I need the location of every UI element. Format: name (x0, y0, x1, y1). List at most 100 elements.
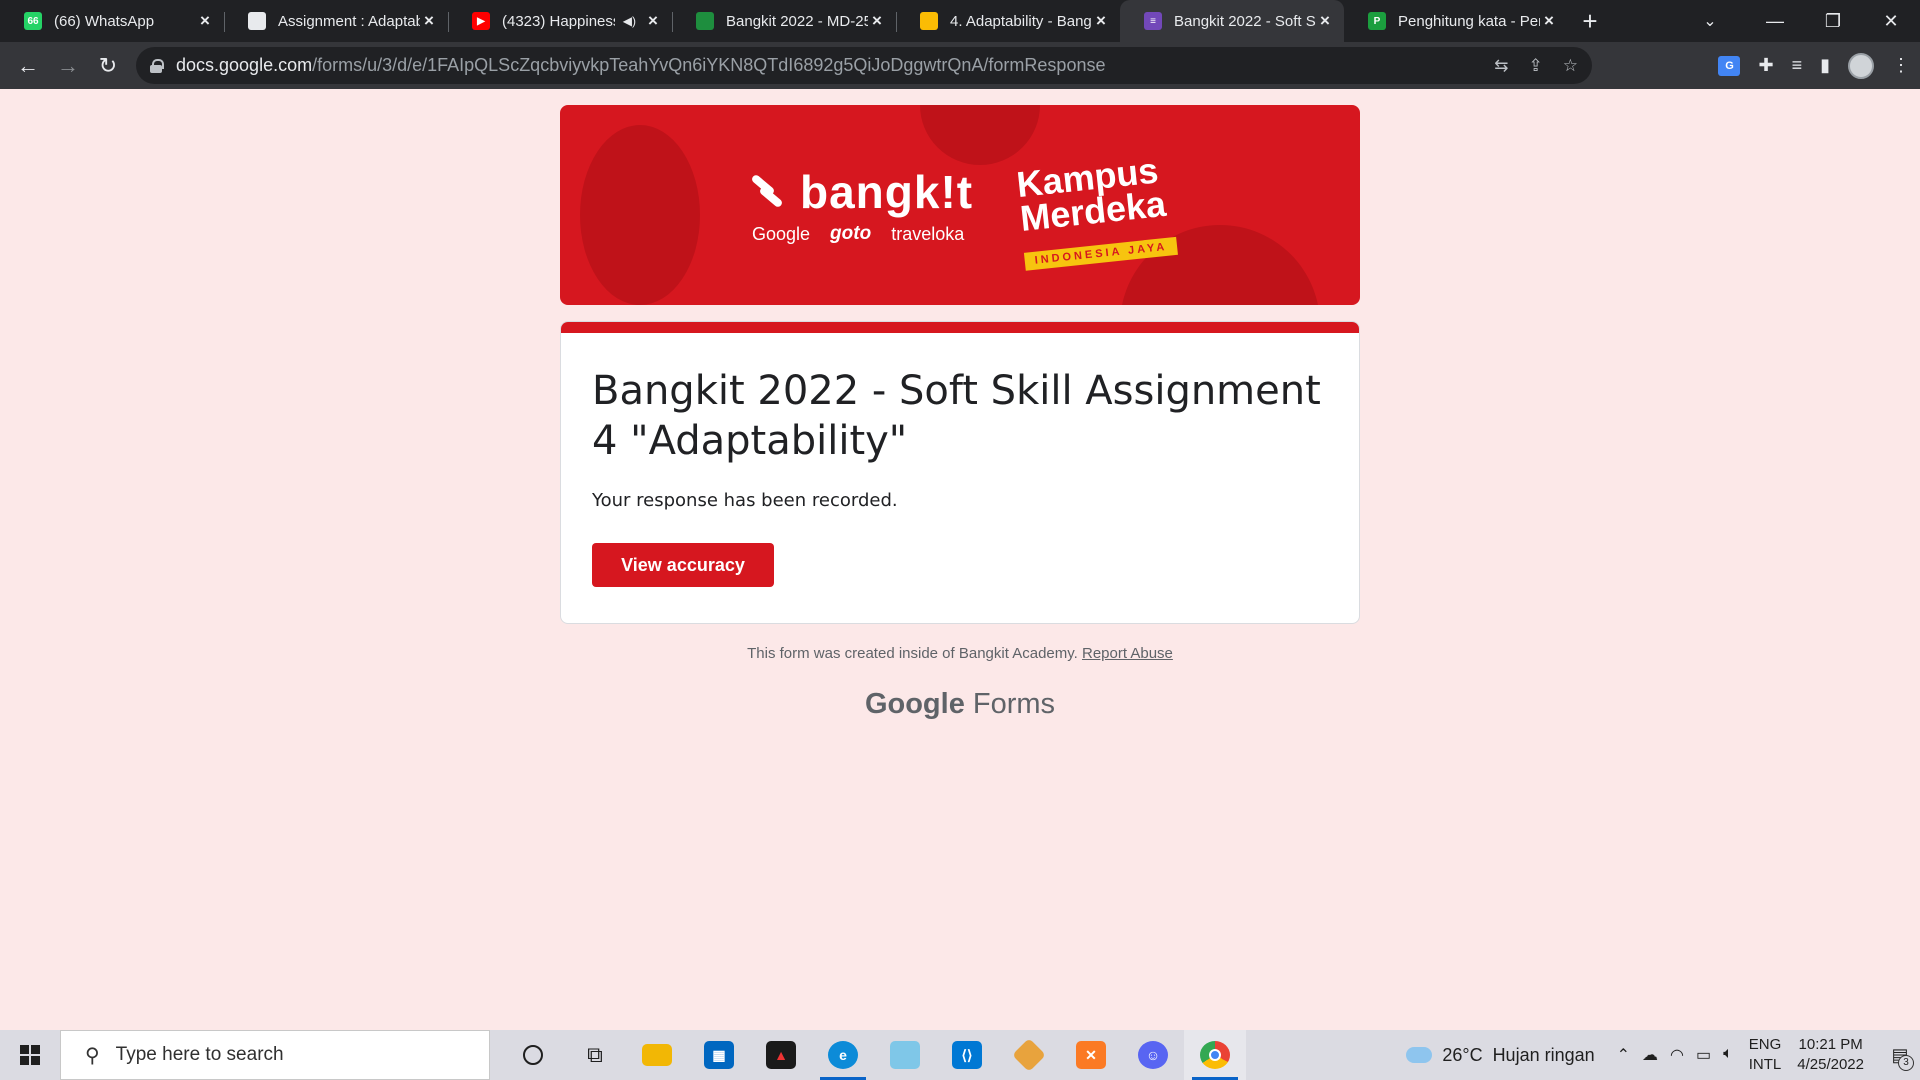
windows-taskbar: ⚲ Type here to search ⧉ ▦ ▲ e ⟨⟩ ✕ ☺ 26°… (0, 1030, 1920, 1080)
vscode-icon[interactable]: ⟨⟩ (936, 1030, 998, 1080)
card-accent-bar (561, 322, 1359, 333)
wifi-icon[interactable]: ◠ (1670, 1045, 1684, 1065)
whatsapp-icon: 66 (24, 12, 42, 30)
reload-button[interactable]: ↻ (88, 46, 128, 86)
weather-widget[interactable]: 26°C Hujan ringan (1406, 1045, 1595, 1066)
tab-title: 4. Adaptability - Bangkit (950, 12, 1092, 30)
translate-icon[interactable]: ⇆ (1494, 56, 1508, 76)
youtube-icon: ▶ (472, 12, 490, 30)
search-placeholder: Type here to search (115, 1044, 284, 1065)
tab-close-icon[interactable]: × (868, 12, 886, 30)
tab-close-icon[interactable]: × (1540, 12, 1558, 30)
start-button[interactable] (0, 1030, 60, 1080)
battery-icon[interactable]: ▭ (1696, 1045, 1711, 1065)
game-icon[interactable]: ▲ (750, 1030, 812, 1080)
form-footer-note: This form was created inside of Bangkit … (560, 645, 1360, 662)
tab-title: Bangkit 2022 - MD-25 (726, 12, 868, 30)
taskbar-apps: ⧉ ▦ ▲ e ⟨⟩ ✕ ☺ (502, 1030, 1246, 1080)
partner-goto: goto (830, 223, 872, 244)
system-tray: 26°C Hujan ringan ⌃ ☁ ◠ ▭ 🔈︎ ENG INTL 10… (1406, 1030, 1920, 1080)
tab-close-icon[interactable]: × (644, 12, 662, 30)
side-panel-icon[interactable]: ▮ (1820, 55, 1830, 76)
file-explorer-icon[interactable] (626, 1030, 688, 1080)
browser-tab-strip: 66(66) WhatsApp×Assignment : Adaptabilit… (0, 0, 1920, 42)
partner-traveloka: traveloka (891, 223, 965, 244)
taskbar-search-box[interactable]: ⚲ Type here to search (60, 1030, 490, 1080)
partner-logos: Google goto traveloka (752, 223, 964, 245)
media-control-icon[interactable]: ≡ (1792, 55, 1803, 76)
discord-icon[interactable]: ☺ (1122, 1030, 1184, 1080)
window-controls: — ❐ ✕ (1746, 0, 1920, 42)
footer-note-text: This form was created inside of Bangkit … (747, 645, 1078, 662)
restore-button[interactable]: ❐ (1804, 0, 1862, 42)
tab-close-icon[interactable]: × (1316, 12, 1334, 30)
tab-close-icon[interactable]: × (196, 12, 214, 30)
notification-center-icon[interactable]: ▤ 3 (1880, 1030, 1920, 1080)
tab-title: Penghitung kata - Penghitung (1398, 12, 1540, 30)
clock-date: 4/25/2022 (1797, 1056, 1864, 1073)
browser-tab[interactable]: Assignment : Adaptability× (224, 0, 448, 42)
bangkit-logo-text: bangk!t (800, 166, 974, 218)
bangkit-mark-icon (750, 173, 784, 209)
browser-tab[interactable]: ≡ Bangkit 2022 - Soft Skill× (1120, 0, 1344, 42)
menu-kebab-icon[interactable]: ⋮ (1892, 55, 1910, 76)
view-accuracy-button[interactable]: View accuracy (592, 543, 774, 587)
google-forms-logo[interactable]: Google Forms (560, 688, 1360, 721)
tab-title: (4323) Happiness (502, 12, 615, 30)
bangkit-logo: bangk!t (750, 165, 973, 219)
tab-close-icon[interactable]: × (1092, 12, 1110, 30)
notification-badge: 3 (1898, 1055, 1914, 1071)
kampus-merdeka-logo: Kampus Merdeka INDONESIA JAYA (1015, 149, 1179, 271)
minimize-button[interactable]: — (1746, 0, 1804, 42)
banner-decoration (580, 125, 700, 305)
lock-icon[interactable] (150, 58, 164, 73)
microsoft-store-icon[interactable]: ▦ (688, 1030, 750, 1080)
globe-icon (248, 12, 266, 30)
pk-icon: P (1368, 12, 1386, 30)
cortana-icon[interactable] (502, 1030, 564, 1080)
lang-line1: ENG (1748, 1036, 1782, 1053)
browser-tab[interactable]: 4. Adaptability - Bangkit × (896, 0, 1120, 42)
volume-icon[interactable]: 🔈︎ (1723, 1045, 1733, 1065)
confirmation-message: Your response has been recorded. (592, 490, 898, 511)
notepad-icon[interactable] (874, 1030, 936, 1080)
google-forms-icon: ≡ (1144, 12, 1162, 30)
google-translate-extension-icon[interactable]: G (1718, 55, 1741, 76)
share-icon[interactable]: ⇪ (1529, 56, 1543, 76)
onedrive-icon[interactable]: ☁ (1642, 1045, 1658, 1065)
close-window-button[interactable]: ✕ (1862, 0, 1920, 42)
browser-toolbar: ← → ↻ docs.google.com/forms/u/3/d/e/1FAI… (0, 42, 1920, 89)
clock-time: 10:21 PM (1798, 1036, 1863, 1053)
browser-tab[interactable]: P Penghitung kata - Penghitung× (1344, 0, 1568, 42)
extensions-puzzle-icon[interactable]: ✚ (1758, 55, 1773, 76)
tab-search-chevron-icon[interactable]: ⌄ (1690, 0, 1730, 42)
tab-audio-icon[interactable]: ◀) (623, 14, 636, 28)
back-button[interactable]: ← (8, 46, 48, 86)
taskbar-clock[interactable]: 10:21 PM 4/25/2022 (1797, 1035, 1864, 1075)
tab-list: 66(66) WhatsApp×Assignment : Adaptabilit… (0, 0, 1568, 42)
bookmark-star-icon[interactable]: ☆ (1563, 56, 1578, 76)
address-bar[interactable]: docs.google.com/forms/u/3/d/e/1FAIpQLScZ… (136, 47, 1592, 84)
url-text[interactable]: docs.google.com/forms/u/3/d/e/1FAIpQLScZ… (176, 55, 1105, 76)
tab-close-icon[interactable]: × (420, 12, 438, 30)
report-abuse-link[interactable]: Report Abuse (1082, 645, 1173, 662)
windows-logo-icon (20, 1045, 40, 1065)
profile-avatar[interactable] (1848, 52, 1874, 79)
browser-tab[interactable]: 66 (66) WhatsApp × (0, 0, 224, 42)
task-view-icon[interactable]: ⧉ (564, 1030, 626, 1080)
forward-button[interactable]: → (48, 46, 88, 86)
new-tab-button[interactable]: + (1572, 0, 1608, 42)
banner-decoration (920, 105, 1040, 165)
show-hidden-icons-chevron-icon[interactable]: ⌃ (1617, 1045, 1630, 1065)
browser-tab[interactable]: ▶ (4323) Happiness ◀) × (448, 0, 672, 42)
xampp-icon[interactable]: ✕ (1060, 1030, 1122, 1080)
edge-icon[interactable]: e (812, 1030, 874, 1080)
input-language-indicator[interactable]: ENG INTL (1749, 1035, 1782, 1075)
git-icon[interactable] (998, 1030, 1060, 1080)
lang-line2: INTL (1748, 1056, 1782, 1073)
google-drive-icon (920, 12, 938, 30)
google-classroom-icon (696, 12, 714, 30)
form-header-banner: bangk!t Google goto traveloka Kampus Mer… (560, 105, 1360, 305)
browser-tab[interactable]: Bangkit 2022 - MD-25 × (672, 0, 896, 42)
chrome-icon[interactable] (1184, 1030, 1246, 1080)
